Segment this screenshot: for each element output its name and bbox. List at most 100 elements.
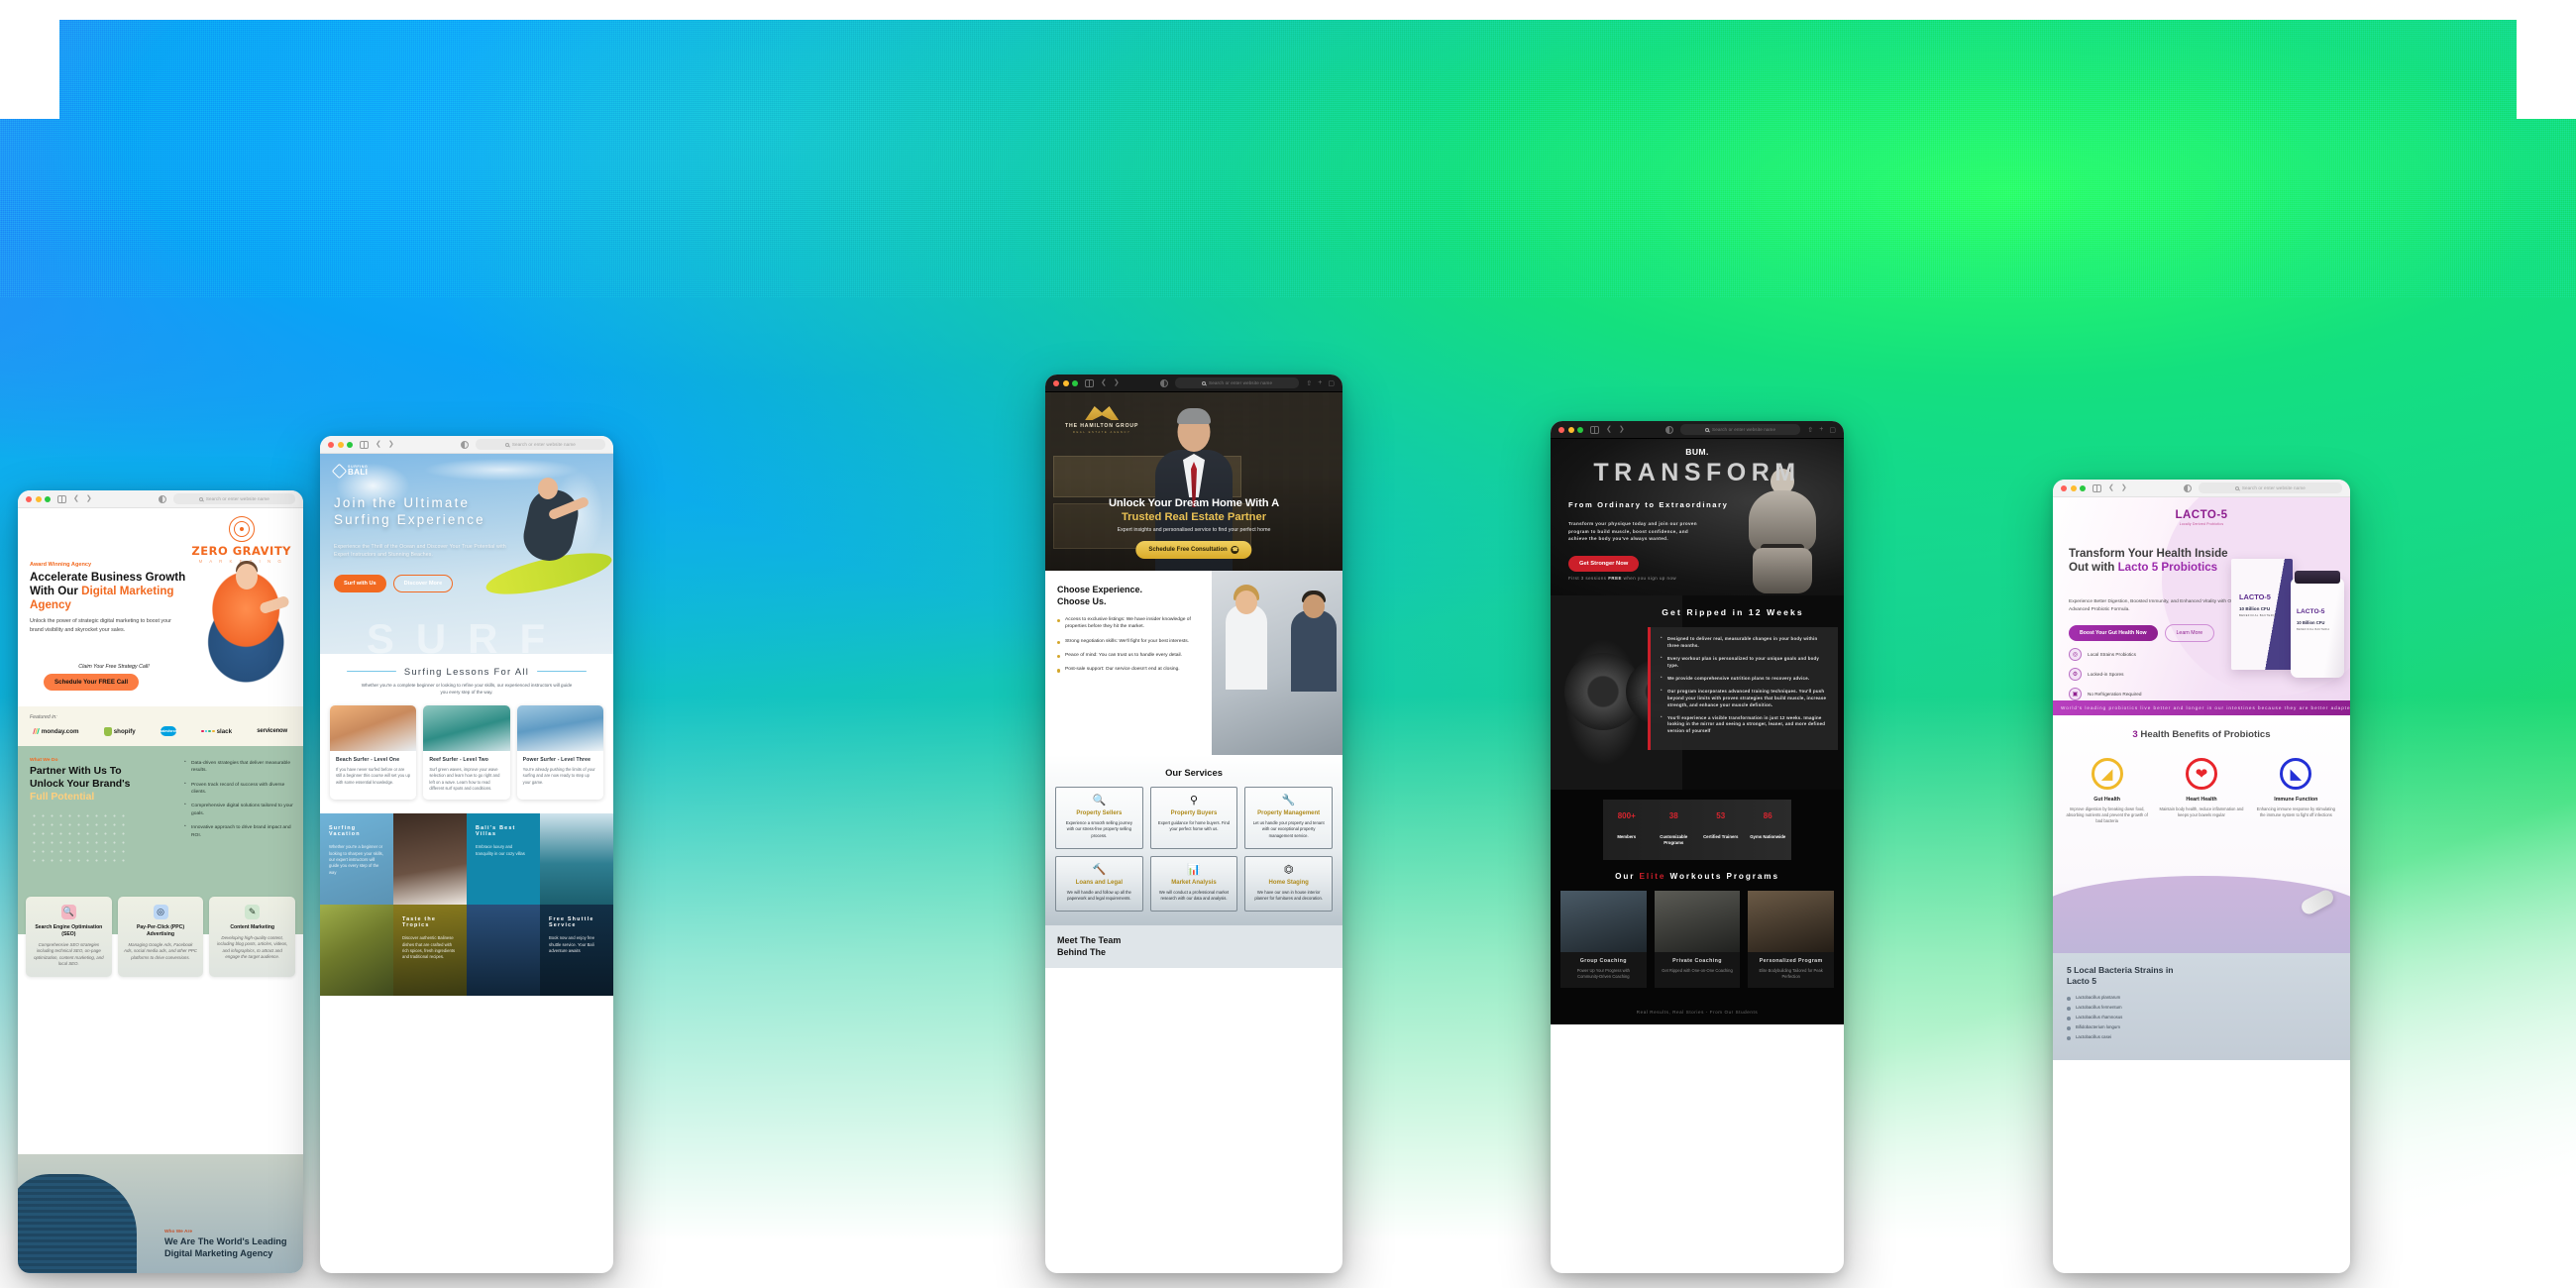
titlebar[interactable]: ❮ ❯ Search or enter website name ⇧ + ▢ bbox=[1045, 375, 1342, 392]
titlebar[interactable]: ❮ ❯ Search or enter website name bbox=[18, 490, 303, 508]
service-card-property-buyers[interactable]: ⚲ Property Buyers Expert guidance for ho… bbox=[1149, 787, 1238, 849]
maximize-icon[interactable] bbox=[2080, 484, 2086, 491]
service-card-ppc[interactable]: ◎ Pay-Per-Click (PPC) Advertising Managi… bbox=[117, 897, 204, 978]
sidebar-toggle-icon[interactable] bbox=[1590, 425, 1599, 434]
titlebar[interactable]: ❮ ❯ Search or enter website name ⇧ + ▢ bbox=[1551, 421, 1844, 439]
browser-window-surfing-bali[interactable]: ❮ ❯ Search or enter website name SURF SU… bbox=[320, 436, 613, 1273]
mosaic-cell-surfing-vacation[interactable]: Surfing Vacation Whether you're a beginn… bbox=[320, 813, 393, 906]
maximize-icon[interactable] bbox=[45, 495, 51, 502]
address-bar[interactable]: Search or enter website name bbox=[475, 439, 605, 450]
close-icon[interactable] bbox=[1053, 379, 1059, 386]
sidebar-toggle-icon[interactable] bbox=[360, 440, 369, 449]
address-bar[interactable]: Search or enter website name bbox=[1679, 424, 1801, 435]
back-icon[interactable]: ❮ bbox=[2108, 484, 2114, 491]
learn-more-button[interactable]: Learn More bbox=[2164, 624, 2215, 642]
lesson-card-level-three[interactable]: Power Surfer - Level Three You're alread… bbox=[516, 704, 603, 801]
back-icon[interactable]: ❮ bbox=[1101, 379, 1107, 386]
tabs-overview-icon[interactable]: ▢ bbox=[1829, 426, 1836, 434]
forward-icon[interactable]: ❯ bbox=[86, 495, 92, 502]
maximize-icon[interactable] bbox=[347, 441, 353, 448]
close-icon[interactable] bbox=[2061, 484, 2067, 491]
minimize-icon[interactable] bbox=[337, 441, 344, 448]
maximize-icon[interactable] bbox=[1577, 426, 1583, 433]
stats-section: 800+ Members 38 Customizable Programs 53… bbox=[1551, 790, 1844, 868]
logo[interactable]: SURFING BALI bbox=[331, 463, 368, 479]
back-icon[interactable]: ❮ bbox=[376, 441, 381, 448]
minimize-icon[interactable] bbox=[1062, 379, 1069, 386]
lesson-card-level-two[interactable]: Reef Surfer - Level Two Surf green waves… bbox=[423, 704, 510, 801]
logo[interactable]: LACTO-5 Locally Derived Probiotics bbox=[2053, 509, 2350, 526]
benefit-card-immune-function[interactable]: ◣ Immune Function Enhancing immune respo… bbox=[2254, 758, 2338, 824]
traffic-lights[interactable] bbox=[328, 441, 353, 448]
sidebar-toggle-icon[interactable] bbox=[57, 494, 66, 503]
titlebar[interactable]: ❮ ❯ Search or enter website name bbox=[320, 436, 613, 454]
traffic-lights[interactable] bbox=[26, 495, 51, 502]
service-card-home-staging[interactable]: ⏣ Home Staging We have our own in house … bbox=[1244, 855, 1333, 912]
hero-subtext: Unlock the power of strategic digital ma… bbox=[30, 618, 171, 633]
forward-icon[interactable]: ❯ bbox=[1619, 426, 1625, 433]
share-icon[interactable]: ⇧ bbox=[1306, 379, 1312, 387]
back-icon[interactable]: ❮ bbox=[1606, 426, 1612, 433]
tabs-overview-icon[interactable]: ▢ bbox=[1328, 379, 1335, 387]
browser-window-bum-transform[interactable]: ❮ ❯ Search or enter website name ⇧ + ▢ B… bbox=[1551, 421, 1844, 1273]
mosaic-cell-taste-the-tropics[interactable]: Taste the Tropics Discover authentic Bal… bbox=[393, 905, 467, 997]
reader-mode-icon[interactable] bbox=[460, 440, 469, 449]
address-bar[interactable]: Search or enter website name bbox=[172, 493, 295, 504]
program-card-group-coaching[interactable]: Group Coaching Power Up Your Progress wi… bbox=[1560, 890, 1647, 988]
forward-icon[interactable]: ❯ bbox=[388, 441, 394, 448]
schedule-free-call-button[interactable]: Schedule Your FREE Call bbox=[44, 674, 140, 692]
new-tab-icon[interactable]: + bbox=[1318, 379, 1322, 386]
service-card-market-analysis[interactable]: 📊 Market Analysis We will conduct a prof… bbox=[1149, 855, 1238, 912]
logo[interactable]: THE HAMILTON GROUP REAL ESTATE AGENCY bbox=[1065, 406, 1138, 434]
service-card-property-management[interactable]: 🔧 Property Management Let us handle your… bbox=[1244, 787, 1333, 849]
new-tab-icon[interactable]: + bbox=[1819, 426, 1823, 433]
titlebar-actions[interactable]: ⇧ + ▢ bbox=[1306, 379, 1335, 387]
reader-mode-icon[interactable] bbox=[158, 494, 166, 503]
service-card-seo[interactable]: 🔍 Search Engine Optimisation (SEO) Compr… bbox=[26, 897, 112, 978]
forward-icon[interactable]: ❯ bbox=[1114, 379, 1120, 386]
benefit-card-gut-health[interactable]: ◢ Gut Health Improve digestion by breaki… bbox=[2065, 758, 2149, 824]
browser-window-zero-gravity[interactable]: ❮ ❯ Search or enter website name ZERO GR… bbox=[18, 490, 303, 1273]
program-card-personalized-program[interactable]: Personalized Program Elite Bodybuilding … bbox=[1748, 890, 1835, 988]
close-icon[interactable] bbox=[26, 495, 32, 502]
lesson-card-level-one[interactable]: Beach Surfer - Level One If you have nev… bbox=[330, 704, 417, 801]
traffic-lights[interactable] bbox=[2061, 484, 2086, 491]
discover-more-button[interactable]: Discover More bbox=[392, 575, 454, 592]
logo[interactable]: BUM. bbox=[1551, 447, 1844, 457]
browser-window-lacto-5[interactable]: ❮ ❯ Search or enter website name LACTO-5… bbox=[2053, 480, 2350, 1273]
service-card-content[interactable]: ✎ Content Marketing Developing high-qual… bbox=[209, 897, 296, 978]
maximize-icon[interactable] bbox=[1072, 379, 1078, 386]
mosaic-cell-best-villas[interactable]: Bali's Best Villas Embrace luxury and tr… bbox=[467, 813, 540, 906]
minimize-icon[interactable] bbox=[35, 495, 42, 502]
reader-mode-icon[interactable] bbox=[1159, 378, 1168, 387]
service-card-loans-and-legal[interactable]: 🔨 Loans and Legal We will handle and fol… bbox=[1055, 855, 1143, 912]
address-bar[interactable]: Search or enter website name bbox=[2198, 483, 2342, 493]
minimize-icon[interactable] bbox=[1567, 426, 1574, 433]
program-card-private-coaching[interactable]: Private Coaching Get Ripped with One-on-… bbox=[1654, 890, 1741, 988]
backdrop-notch-left bbox=[0, 0, 59, 119]
titlebar-actions[interactable]: ⇧ + ▢ bbox=[1807, 426, 1836, 434]
forward-icon[interactable]: ❯ bbox=[2121, 484, 2127, 491]
reader-mode-icon[interactable] bbox=[2183, 483, 2192, 492]
browser-window-hamilton-group[interactable]: ❮ ❯ Search or enter website name ⇧ + ▢ T… bbox=[1045, 375, 1342, 1273]
share-icon[interactable]: ⇧ bbox=[1807, 426, 1813, 434]
minimize-icon[interactable] bbox=[2070, 484, 2077, 491]
get-stronger-now-button[interactable]: Get Stronger Now bbox=[1568, 556, 1640, 572]
surf-with-us-button[interactable]: Surf with Us bbox=[334, 575, 386, 592]
benefit-card-heart-health[interactable]: ❤ Heart Health Maintain body health, red… bbox=[2159, 758, 2243, 824]
reader-mode-icon[interactable] bbox=[1664, 425, 1673, 434]
mosaic-cell-image-villas bbox=[540, 813, 613, 906]
boost-gut-health-button[interactable]: Boost Your Gut Health Now bbox=[2069, 625, 2158, 641]
schedule-free-consultation-button[interactable]: Schedule Free Consultation ☎ bbox=[1135, 541, 1252, 559]
traffic-lights[interactable] bbox=[1053, 379, 1078, 386]
address-bar[interactable]: Search or enter website name bbox=[1174, 377, 1300, 388]
sidebar-toggle-icon[interactable] bbox=[1085, 378, 1094, 387]
titlebar[interactable]: ❮ ❯ Search or enter website name bbox=[2053, 480, 2350, 497]
sidebar-toggle-icon[interactable] bbox=[2093, 483, 2101, 492]
close-icon[interactable] bbox=[328, 441, 334, 448]
mosaic-cell-free-shuttle[interactable]: Free Shuttle Service Book now and enjoy … bbox=[540, 905, 613, 997]
back-icon[interactable]: ❮ bbox=[73, 495, 79, 502]
traffic-lights[interactable] bbox=[1558, 426, 1583, 433]
service-card-property-sellers[interactable]: 🔍 Property Sellers Experience a smooth s… bbox=[1055, 787, 1143, 849]
close-icon[interactable] bbox=[1558, 426, 1564, 433]
